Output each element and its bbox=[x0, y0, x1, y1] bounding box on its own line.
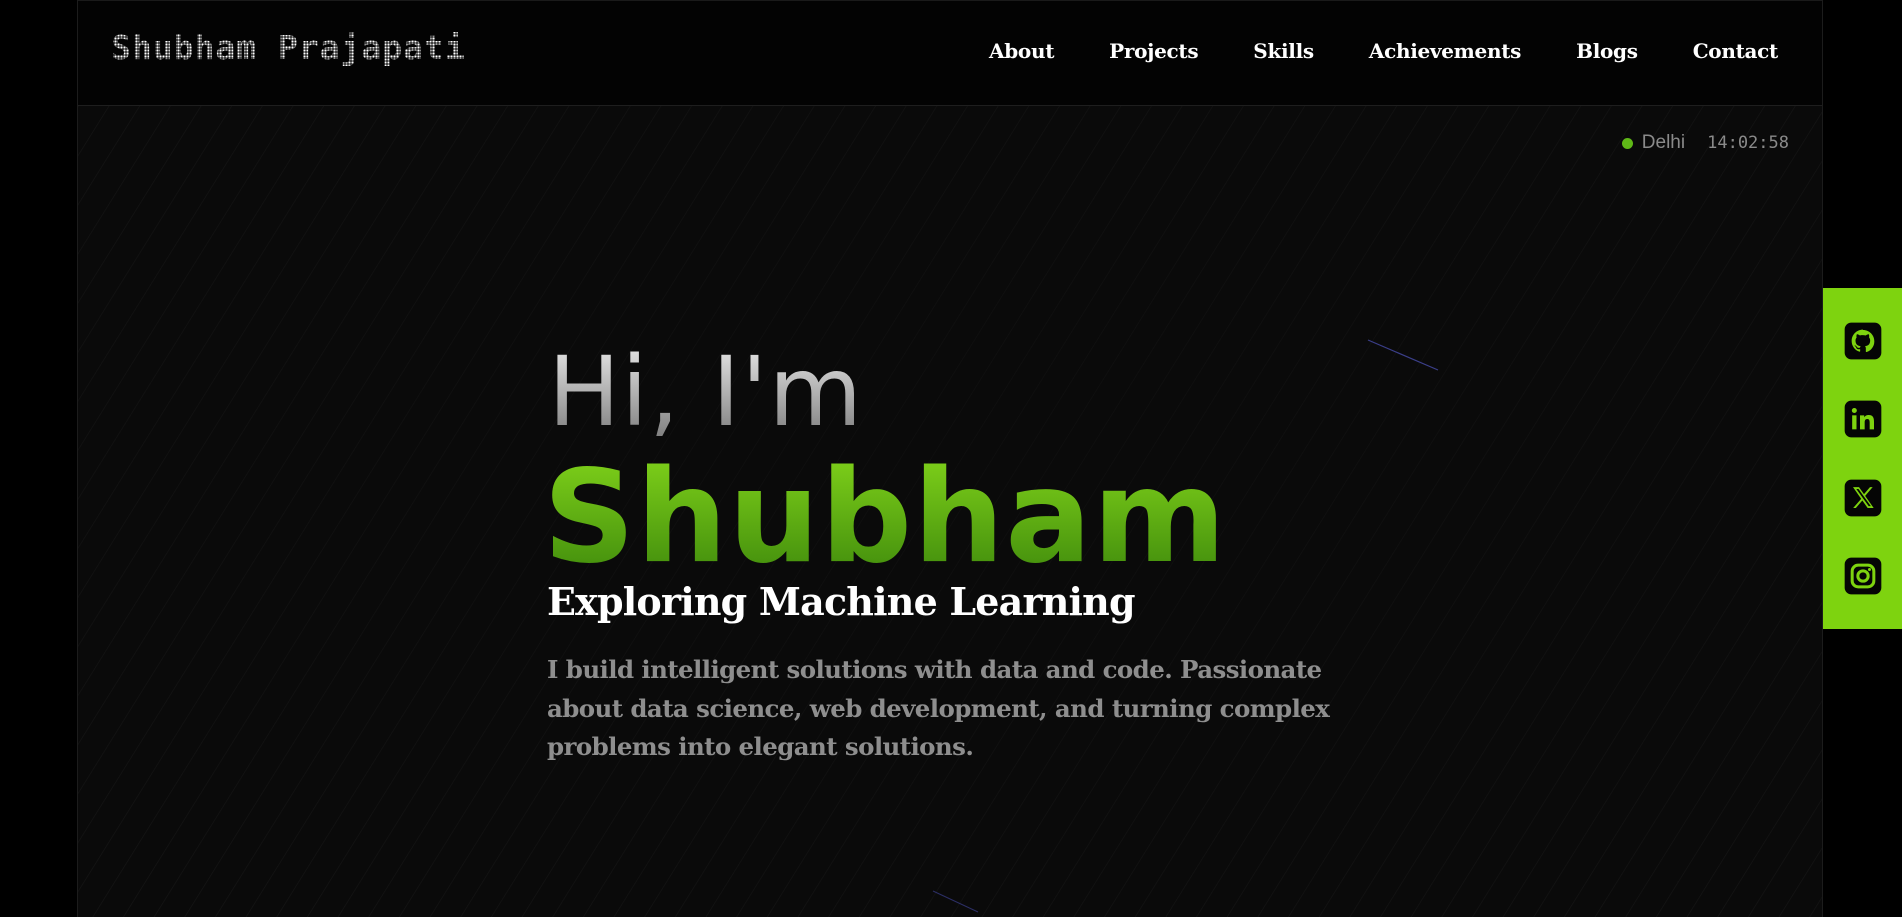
github-icon[interactable] bbox=[1843, 321, 1883, 361]
hero-section: Delhi 14:02:58 Hi, I'm Shubham Exploring… bbox=[78, 106, 1822, 917]
instagram-icon[interactable] bbox=[1843, 556, 1883, 596]
hero-greeting: Hi, I'm bbox=[548, 336, 864, 448]
hero-name: Shubham bbox=[543, 443, 1227, 592]
nav-link-achievements[interactable]: Achievements bbox=[1369, 39, 1522, 63]
page-frame: Shubham Prajapati About Projects Skills … bbox=[77, 0, 1823, 917]
site-header: Shubham Prajapati About Projects Skills … bbox=[78, 0, 1822, 106]
nav-link-blogs[interactable]: Blogs bbox=[1576, 39, 1638, 63]
brand-logo[interactable]: Shubham Prajapati bbox=[111, 28, 466, 67]
linkedin-icon[interactable] bbox=[1843, 399, 1883, 439]
nav-link-projects[interactable]: Projects bbox=[1109, 39, 1198, 63]
local-time: 14:02:58 bbox=[1707, 133, 1789, 153]
hero-bio: I build intelligent solutions with data … bbox=[547, 655, 1330, 761]
nav-link-skills[interactable]: Skills bbox=[1253, 39, 1314, 63]
location-city: Delhi bbox=[1641, 132, 1686, 153]
main-nav: About Projects Skills Achievements Blogs… bbox=[989, 39, 1778, 63]
hero-tagline: Exploring Machine Learning bbox=[547, 579, 1136, 624]
nav-link-about[interactable]: About bbox=[989, 39, 1054, 63]
nav-link-contact[interactable]: Contact bbox=[1693, 39, 1779, 63]
location-clock: Delhi 14:02:58 bbox=[1621, 132, 1789, 154]
x-icon[interactable] bbox=[1843, 478, 1883, 518]
social-sidebar bbox=[1823, 288, 1902, 629]
status-dot bbox=[1621, 137, 1633, 149]
